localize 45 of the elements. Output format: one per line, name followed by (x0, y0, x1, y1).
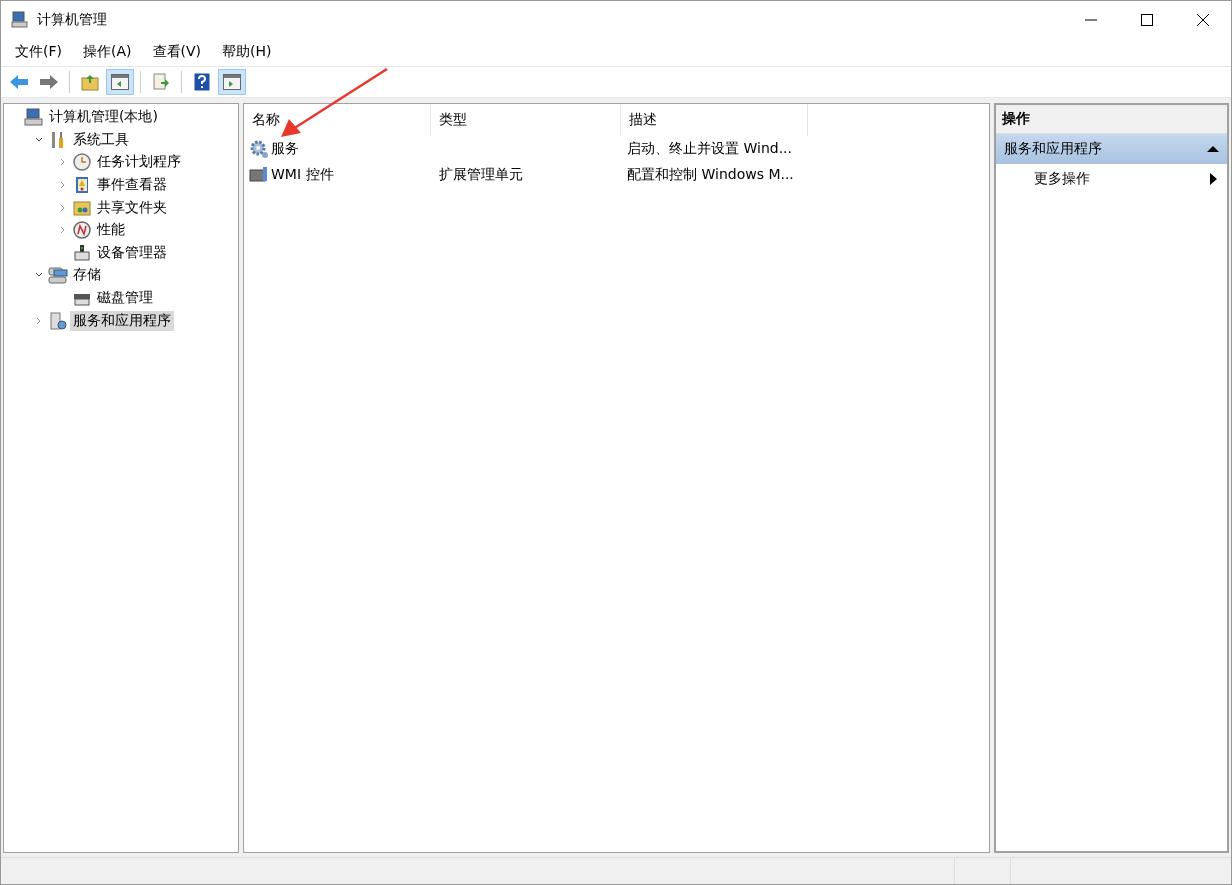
help-icon (194, 73, 210, 91)
tree-item[interactable]: 系统工具 (70, 129, 132, 150)
menu-item[interactable]: 文件(F) (7, 43, 70, 61)
section-title: 服务和应用程序 (1004, 140, 1102, 158)
table-cell: 扩展管理单元 (439, 166, 523, 184)
column-header[interactable]: 描述 (621, 104, 808, 136)
table-cell: 启动、终止并设置 Wind... (627, 140, 792, 158)
actions-header: 操作 (996, 105, 1227, 134)
tree-item[interactable]: 磁盘管理 (94, 288, 156, 309)
tree-item[interactable]: 共享文件夹 (94, 197, 170, 218)
right-arrow-icon (39, 74, 59, 90)
close-icon (1197, 13, 1209, 26)
maximize-icon (1141, 13, 1153, 26)
collapse-triangle-icon[interactable] (1207, 145, 1219, 153)
action-link[interactable]: 更多操作 (1034, 170, 1090, 188)
tree-item[interactable]: 存储 (70, 265, 104, 286)
menu-item[interactable]: 查看(V) (144, 43, 209, 61)
tree-item[interactable]: 任务计划程序 (94, 152, 184, 173)
storage-icon (48, 265, 68, 286)
window-title: 计算机管理 (37, 10, 107, 29)
tree-item[interactable]: 事件查看器 (94, 175, 170, 196)
export-list-icon (152, 73, 170, 91)
column-header[interactable]: 类型 (431, 104, 621, 136)
menu-item[interactable]: 帮助(H) (214, 43, 280, 61)
left-arrow-icon (9, 74, 29, 90)
tree-item[interactable]: 服务和应用程序 (70, 310, 174, 331)
actions-section[interactable]: 服务和应用程序 (996, 134, 1227, 164)
tree-item[interactable]: 设备管理器 (94, 242, 170, 263)
computer-icon (24, 107, 44, 128)
table-cell: 配置和控制 Windows M... (627, 166, 794, 184)
gear-icon (249, 139, 269, 159)
tree-item[interactable]: 性能 (94, 220, 128, 241)
folder-up-icon (81, 73, 99, 91)
computer-icon (11, 10, 29, 29)
toolbar-pane-button[interactable] (218, 69, 246, 95)
tree-item[interactable]: 计算机管理(本地) (46, 107, 161, 128)
right-pane-icon (223, 74, 241, 90)
submenu-arrow-icon (1210, 173, 1217, 185)
device-icon (72, 242, 92, 263)
toolbar-tree-button[interactable] (106, 69, 134, 95)
menu-item[interactable]: 操作(A) (75, 43, 140, 61)
table-cell: WMI 控件 (271, 166, 334, 184)
clock-icon (72, 152, 92, 173)
left-pane-icon (111, 74, 129, 90)
table-cell: 服务 (271, 140, 299, 158)
